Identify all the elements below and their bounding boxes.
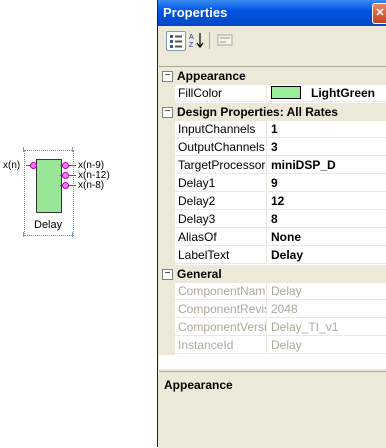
property-row-inputchannels[interactable]: InputChannels 1 (159, 121, 386, 139)
close-icon: ✕ (375, 7, 385, 19)
output-pin-1[interactable] (62, 162, 69, 169)
property-name: Delay1 (175, 175, 267, 192)
color-name: LightGreen (311, 86, 376, 100)
property-value[interactable]: LightGreen (268, 85, 386, 102)
property-name: TargetProcessor (175, 157, 267, 174)
property-name: Delay2 (175, 193, 267, 210)
category-label: Appearance (177, 69, 246, 83)
block-body[interactable] (36, 159, 62, 213)
property-row-labeltext[interactable]: LabelText Delay (159, 247, 386, 265)
property-row-outputchannels[interactable]: OutputChannels 3 (159, 139, 386, 157)
output-pin-3[interactable] (62, 182, 69, 189)
property-value[interactable]: None (268, 229, 386, 246)
property-row-componentversion[interactable]: ComponentVersion Delay_TI_v1 (159, 319, 386, 337)
frame-handle[interactable] (72, 147, 73, 152)
property-name: ComponentRevision (175, 301, 267, 318)
category-design-properties[interactable]: − Design Properties: All Rates (159, 103, 386, 121)
property-name: ComponentVersion (175, 319, 267, 336)
property-row-delay3[interactable]: Delay3 8 (159, 211, 386, 229)
property-value[interactable]: 9 (268, 175, 386, 192)
property-name: AliasOf (175, 229, 267, 246)
window-title: Properties (163, 5, 228, 20)
property-row-aliasof[interactable]: AliasOf None (159, 229, 386, 247)
property-value[interactable]: 3 (268, 139, 386, 156)
alphabetical-sort-icon: A Z (189, 33, 204, 49)
frame-handle[interactable] (23, 232, 24, 237)
frame-handle[interactable] (23, 147, 24, 152)
property-value[interactable]: 12 (268, 193, 386, 210)
property-name: LabelText (175, 247, 267, 264)
property-row-componentrevision[interactable]: ComponentRevision 2048 (159, 301, 386, 319)
property-value[interactable]: Delay (268, 283, 386, 300)
property-name: InputChannels (175, 121, 267, 138)
property-row-delay2[interactable]: Delay2 12 (159, 193, 386, 211)
svg-text:Z: Z (189, 42, 194, 49)
property-row-targetprocessor[interactable]: TargetProcessor miniDSP_D (159, 157, 386, 175)
category-appearance[interactable]: − Appearance (159, 67, 386, 85)
description-pane: Appearance (159, 371, 386, 448)
input-pin-label: x(n) (3, 160, 21, 171)
collapse-icon[interactable]: − (162, 269, 173, 280)
property-name: Delay3 (175, 211, 267, 228)
close-button[interactable]: ✕ (372, 3, 386, 24)
property-row-delay1[interactable]: Delay1 9 (159, 175, 386, 193)
toolbar-separator (209, 32, 210, 49)
property-value[interactable]: Delay (268, 247, 386, 264)
category-label: General (177, 267, 222, 281)
color-swatch (271, 86, 301, 99)
categorized-button[interactable] (166, 31, 186, 51)
property-name: ComponentName (175, 283, 267, 300)
output-pin-2[interactable] (62, 172, 69, 179)
property-name: FillColor (175, 85, 267, 102)
description-title: Appearance (164, 378, 233, 392)
categorized-view-icon (170, 35, 182, 48)
property-value[interactable]: miniDSP_D (268, 157, 386, 174)
collapse-icon[interactable]: − (162, 107, 173, 118)
svg-text:A: A (189, 34, 194, 41)
property-name: InstanceId (175, 337, 267, 354)
property-row-fillcolor[interactable]: FillColor LightGreen (159, 85, 386, 103)
delay-block[interactable]: x(n) x(n-9) x(n-12) x(n-8) Delay (0, 147, 150, 240)
alphabetical-button[interactable]: A Z (188, 31, 206, 49)
properties-window: Properties ✕ A Z − Appearance FillColor … (157, 0, 386, 448)
frame-handle[interactable] (72, 232, 73, 237)
property-grid: − Appearance FillColor LightGreen − Desi… (159, 66, 386, 369)
block-label: Delay (34, 219, 63, 231)
property-row-instanceid[interactable]: InstanceId Delay (159, 337, 386, 355)
category-general[interactable]: − General (159, 265, 386, 283)
collapse-icon[interactable]: − (162, 71, 173, 82)
property-pages-button[interactable] (216, 31, 234, 49)
window-titlebar[interactable]: Properties ✕ (158, 0, 386, 26)
property-value[interactable]: Delay_TI_v1 (268, 319, 386, 336)
property-value[interactable]: 1 (268, 121, 386, 138)
property-pages-icon (217, 34, 233, 46)
property-value[interactable]: 8 (268, 211, 386, 228)
input-pin[interactable] (30, 162, 37, 169)
property-value[interactable]: Delay (268, 337, 386, 354)
output-pin-label-3: x(n-8) (78, 180, 105, 191)
properties-toolbar: A Z (158, 26, 386, 56)
property-row-componentname[interactable]: ComponentName Delay (159, 283, 386, 301)
property-name: OutputChannels (175, 139, 267, 156)
property-value[interactable]: 2048 (268, 301, 386, 318)
category-label: Design Properties: All Rates (177, 105, 338, 119)
